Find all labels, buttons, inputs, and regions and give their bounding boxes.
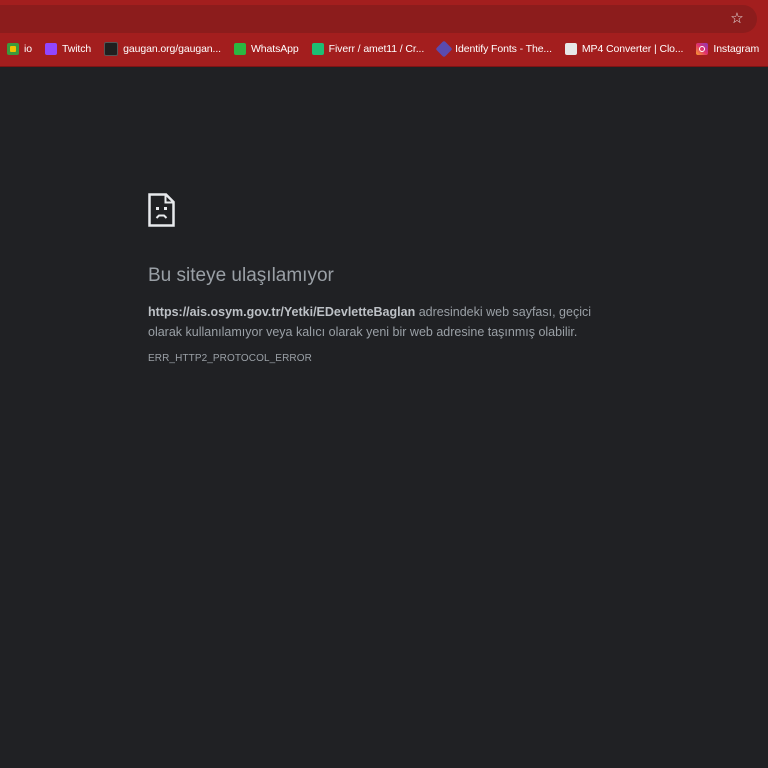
fonts-icon [435,40,453,58]
bookmark-gaugan[interactable]: gaugan.org/gaugan... [97,37,227,61]
fiverr-icon [311,43,324,55]
instagram-icon [696,43,709,55]
whatsapp-icon [234,43,246,55]
bookmark-label: io [24,43,32,55]
bookmark-label: Instagram [713,43,760,55]
twitch-icon [44,43,57,55]
bookmark-label: Identify Fonts - The... [455,43,552,55]
bookmark-twitch[interactable]: Twitch [38,37,97,61]
gaugan-icon [104,42,119,56]
bookmark-label: Twitch [61,43,92,55]
bookmark-label: MP4 Converter | Clo... [581,43,684,55]
error-description: https://ais.osym.gov.tr/Yetki/EDevletteB… [148,302,628,342]
browser-frame: ☆ io Twitch gaugan.org/gaugan... WhatsAp… [0,0,768,67]
cloud-icon [564,43,577,55]
bookmark-instagram[interactable]: Instagram [689,37,765,61]
address-bar[interactable]: ☆ [0,5,757,33]
io-icon [7,43,19,55]
sad-document-icon [148,193,175,227]
error-title: Bu siteye ulaşılamıyor [148,265,334,286]
bookmark-io[interactable]: io [0,37,38,61]
bookmark-label: Fiverr / amet11 / Cr... [328,43,425,55]
bookmark-label: WhatsApp [251,43,299,55]
bookmark-identify-fonts[interactable]: Identify Fonts - The... [430,37,558,61]
bookmark-fiverr[interactable]: Fiverr / amet11 / Cr... [305,37,431,61]
bookmark-mp4-converter[interactable]: MP4 Converter | Clo... [558,37,689,61]
star-icon[interactable]: ☆ [727,9,747,29]
error-url: https://ais.osym.gov.tr/Yetki/EDevletteB… [148,305,416,319]
error-code: ERR_HTTP2_PROTOCOL_ERROR [148,353,312,364]
bookmark-whatsapp[interactable]: WhatsApp [227,37,305,61]
bookmark-label: gaugan.org/gaugan... [123,43,221,55]
bookmarks-bar: io Twitch gaugan.org/gaugan... WhatsApp … [0,37,768,61]
